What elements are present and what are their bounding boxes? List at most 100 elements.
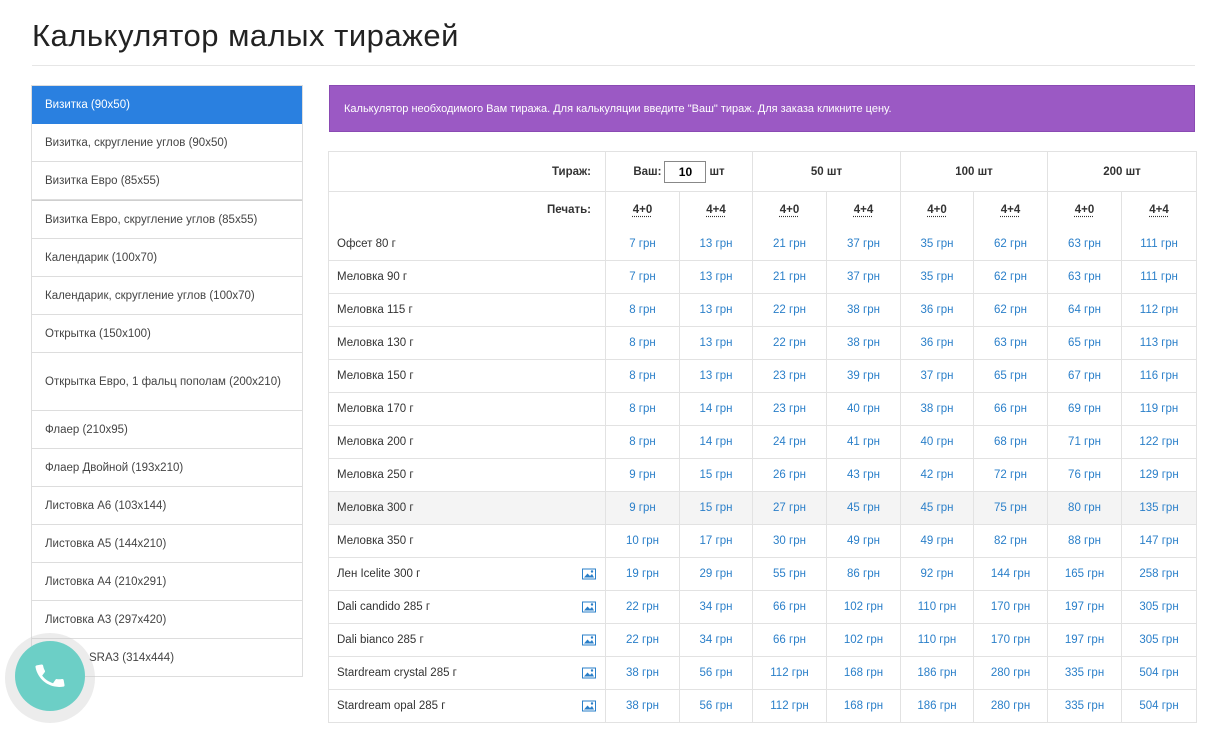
- sidebar-item[interactable]: Листовка А4 (210x291): [32, 563, 302, 601]
- sidebar-item[interactable]: Визитка Евро (85x55): [32, 162, 302, 200]
- sidebar-item[interactable]: Визитка, скругление углов (90x50): [32, 124, 302, 162]
- price-cell[interactable]: 102 грн: [826, 590, 901, 624]
- print-option[interactable]: 4+0: [633, 204, 653, 216]
- price-cell[interactable]: 49 грн: [826, 524, 901, 558]
- price-cell[interactable]: 35 грн: [900, 227, 974, 261]
- price-cell[interactable]: 38 грн: [900, 392, 974, 426]
- price-cell[interactable]: 122 грн: [1121, 425, 1198, 459]
- price-cell[interactable]: 29 грн: [679, 557, 753, 591]
- price-cell[interactable]: 63 грн: [1047, 227, 1123, 261]
- price-cell[interactable]: 45 грн: [900, 491, 974, 525]
- price-cell[interactable]: 144 грн: [972, 557, 1049, 591]
- price-cell[interactable]: 75 грн: [972, 491, 1049, 525]
- price-cell[interactable]: 56 грн: [679, 656, 753, 690]
- price-cell[interactable]: 197 грн: [1047, 623, 1123, 657]
- price-cell[interactable]: 37 грн: [900, 359, 974, 393]
- sidebar-item[interactable]: Листовка А5 (144x210): [32, 525, 302, 563]
- price-cell[interactable]: 37 грн: [826, 227, 901, 261]
- price-cell[interactable]: 9 грн: [605, 458, 680, 492]
- price-cell[interactable]: 69 грн: [1047, 392, 1123, 426]
- price-cell[interactable]: 37 грн: [826, 260, 901, 294]
- price-cell[interactable]: 129 грн: [1121, 458, 1198, 492]
- price-cell[interactable]: 9 грн: [605, 491, 680, 525]
- price-cell[interactable]: 197 грн: [1047, 590, 1123, 624]
- price-cell[interactable]: 26 грн: [752, 458, 827, 492]
- price-cell[interactable]: 135 грн: [1121, 491, 1198, 525]
- print-option[interactable]: 4+4: [1149, 204, 1169, 216]
- price-cell[interactable]: 335 грн: [1047, 689, 1123, 723]
- price-cell[interactable]: 82 грн: [972, 524, 1049, 558]
- price-cell[interactable]: 8 грн: [605, 425, 680, 459]
- price-cell[interactable]: 170 грн: [972, 623, 1049, 657]
- price-cell[interactable]: 21 грн: [752, 260, 827, 294]
- sidebar-item[interactable]: Флаер Двойной (193x210): [32, 449, 302, 487]
- price-cell[interactable]: 56 грн: [679, 689, 753, 723]
- price-cell[interactable]: 23 грн: [752, 392, 827, 426]
- sidebar-item[interactable]: Листовка А6 (103x144): [32, 487, 302, 525]
- price-cell[interactable]: 504 грн: [1121, 689, 1198, 723]
- price-cell[interactable]: 8 грн: [605, 293, 680, 327]
- price-cell[interactable]: 116 грн: [1121, 359, 1198, 393]
- price-cell[interactable]: 22 грн: [752, 293, 827, 327]
- sidebar-item[interactable]: Календарик, скругление углов (100x70): [32, 277, 302, 315]
- price-cell[interactable]: 15 грн: [679, 491, 753, 525]
- sidebar-item[interactable]: Флаер (210x95): [32, 411, 302, 449]
- image-preview-icon[interactable]: [582, 568, 596, 580]
- price-cell[interactable]: 68 грн: [972, 425, 1049, 459]
- price-cell[interactable]: 7 грн: [605, 260, 680, 294]
- price-cell[interactable]: 66 грн: [972, 392, 1049, 426]
- price-cell[interactable]: 110 грн: [900, 623, 974, 657]
- price-cell[interactable]: 88 грн: [1047, 524, 1123, 558]
- price-cell[interactable]: 13 грн: [679, 260, 753, 294]
- price-cell[interactable]: 62 грн: [972, 293, 1049, 327]
- price-cell[interactable]: 8 грн: [605, 359, 680, 393]
- price-cell[interactable]: 305 грн: [1121, 590, 1198, 624]
- price-cell[interactable]: 42 грн: [900, 458, 974, 492]
- price-cell[interactable]: 19 грн: [605, 557, 680, 591]
- price-cell[interactable]: 38 грн: [826, 293, 901, 327]
- price-cell[interactable]: 112 грн: [752, 656, 827, 690]
- print-option[interactable]: 4+4: [706, 204, 726, 216]
- price-cell[interactable]: 170 грн: [972, 590, 1049, 624]
- price-cell[interactable]: 14 грн: [679, 392, 753, 426]
- price-cell[interactable]: 62 грн: [972, 260, 1049, 294]
- price-cell[interactable]: 335 грн: [1047, 656, 1123, 690]
- price-cell[interactable]: 49 грн: [900, 524, 974, 558]
- price-cell[interactable]: 23 грн: [752, 359, 827, 393]
- price-cell[interactable]: 63 грн: [972, 326, 1049, 360]
- sidebar-item[interactable]: Визитка Евро, скругление углов (85x55): [32, 200, 302, 239]
- sidebar-item[interactable]: Листовка А3 (297x420): [32, 601, 302, 639]
- sidebar-item[interactable]: Открытка (150x100): [32, 315, 302, 353]
- price-cell[interactable]: 24 грн: [752, 425, 827, 459]
- price-cell[interactable]: 92 грн: [900, 557, 974, 591]
- call-button[interactable]: [15, 641, 85, 711]
- price-cell[interactable]: 14 грн: [679, 425, 753, 459]
- price-cell[interactable]: 55 грн: [752, 557, 827, 591]
- price-cell[interactable]: 7 грн: [605, 227, 680, 261]
- price-cell[interactable]: 13 грн: [679, 227, 753, 261]
- price-cell[interactable]: 38 грн: [605, 656, 680, 690]
- price-cell[interactable]: 280 грн: [972, 689, 1049, 723]
- print-option[interactable]: 4+0: [927, 204, 947, 216]
- price-cell[interactable]: 168 грн: [826, 689, 901, 723]
- price-cell[interactable]: 66 грн: [752, 590, 827, 624]
- price-cell[interactable]: 34 грн: [679, 623, 753, 657]
- price-cell[interactable]: 66 грн: [752, 623, 827, 657]
- price-cell[interactable]: 38 грн: [826, 326, 901, 360]
- print-option[interactable]: 4+0: [1075, 204, 1095, 216]
- price-cell[interactable]: 8 грн: [605, 326, 680, 360]
- price-cell[interactable]: 65 грн: [1047, 326, 1123, 360]
- price-cell[interactable]: 63 грн: [1047, 260, 1123, 294]
- price-cell[interactable]: 30 грн: [752, 524, 827, 558]
- price-cell[interactable]: 8 грн: [605, 392, 680, 426]
- price-cell[interactable]: 86 грн: [826, 557, 901, 591]
- price-cell[interactable]: 35 грн: [900, 260, 974, 294]
- price-cell[interactable]: 13 грн: [679, 326, 753, 360]
- price-cell[interactable]: 10 грн: [605, 524, 680, 558]
- price-cell[interactable]: 39 грн: [826, 359, 901, 393]
- image-preview-icon[interactable]: [582, 667, 596, 679]
- price-cell[interactable]: 34 грн: [679, 590, 753, 624]
- print-option[interactable]: 4+4: [854, 204, 874, 216]
- price-cell[interactable]: 186 грн: [900, 689, 974, 723]
- price-cell[interactable]: 111 грн: [1121, 227, 1198, 261]
